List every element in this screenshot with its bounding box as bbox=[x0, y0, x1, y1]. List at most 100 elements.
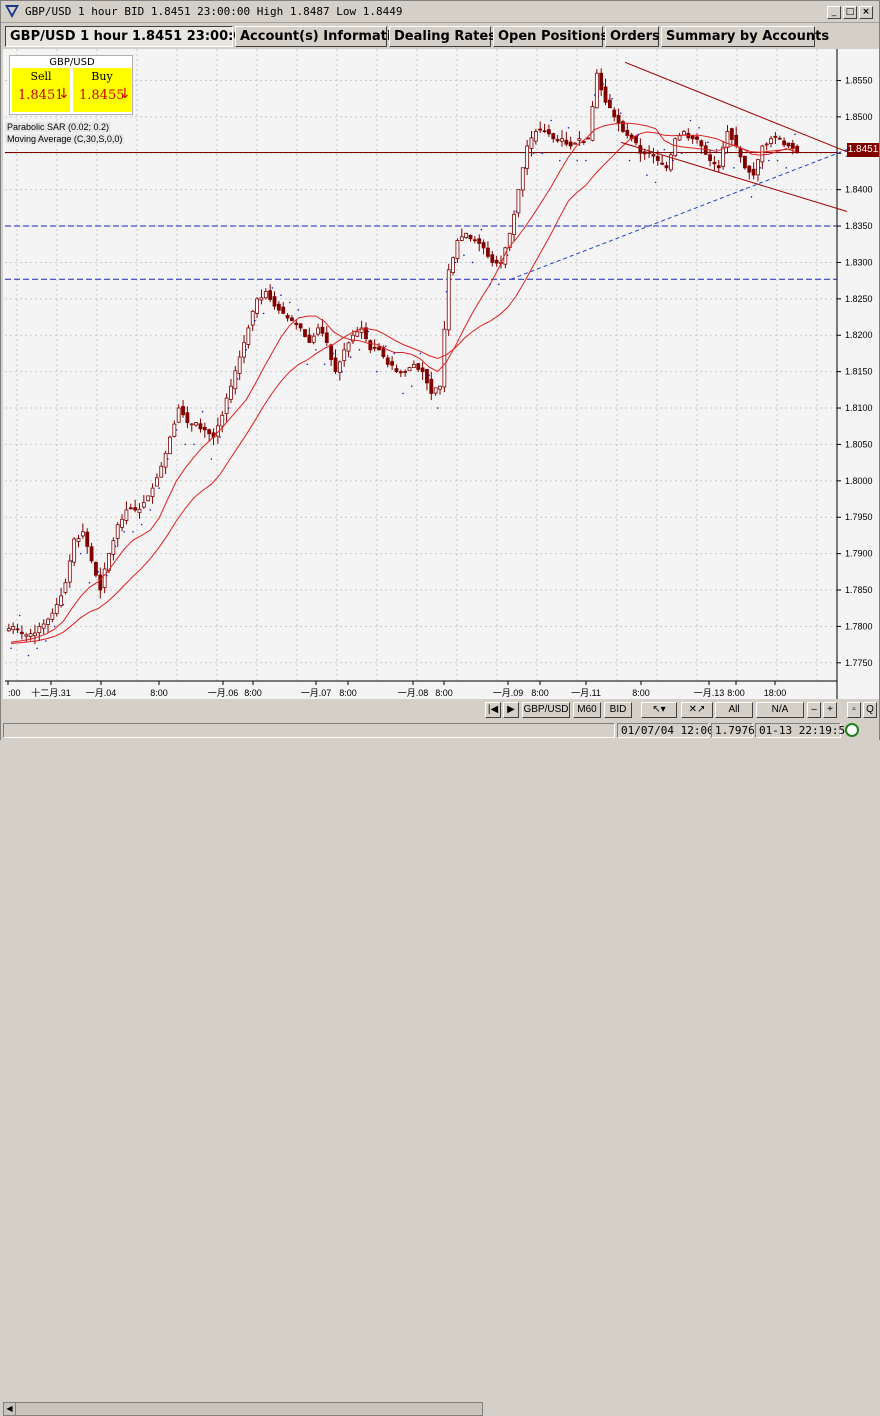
sar-dot bbox=[602, 83, 605, 85]
period-select[interactable]: M60 bbox=[573, 702, 601, 718]
sar-dot bbox=[454, 261, 457, 264]
sar-dot bbox=[132, 530, 134, 533]
tab-account-information[interactable]: Account(s) Information bbox=[235, 26, 410, 47]
sar-dot bbox=[271, 287, 274, 289]
candle-body bbox=[198, 423, 203, 430]
candle-body bbox=[442, 328, 447, 388]
maximize-button[interactable]: □ bbox=[843, 6, 857, 19]
sar-dot bbox=[297, 308, 300, 311]
candle-body bbox=[141, 502, 146, 508]
buy-box[interactable]: Buy 1.8455 ↓ bbox=[73, 68, 131, 112]
candle-body bbox=[677, 135, 682, 141]
candle-body bbox=[734, 134, 739, 147]
candle-body bbox=[747, 165, 752, 173]
candle-body bbox=[385, 357, 390, 365]
buy-price: 1.8455 bbox=[79, 88, 125, 103]
candle-body bbox=[673, 138, 678, 157]
minimize-button[interactable]: _ bbox=[827, 6, 841, 19]
bid-ask-select[interactable]: BID bbox=[604, 702, 632, 718]
sar-dot bbox=[201, 410, 204, 413]
sar-dot bbox=[306, 363, 308, 366]
y-tick-label: 1.8500 bbox=[845, 112, 873, 122]
price-chart[interactable]: 1.85501.85001.84501.84001.83501.83001.82… bbox=[3, 49, 879, 699]
status-blank bbox=[3, 723, 615, 738]
candle-body bbox=[429, 378, 434, 394]
horizontal-scrollbar[interactable]: ◀ bbox=[3, 1402, 483, 1416]
y-tick-label: 1.8550 bbox=[845, 75, 873, 85]
tab-chart[interactable]: GBP/USD 1 hour 1.8451 23:00:00 bbox=[5, 26, 251, 47]
sar-dot bbox=[489, 283, 491, 286]
zoom-out-button[interactable]: – bbox=[807, 702, 821, 718]
candle-body bbox=[647, 151, 651, 154]
candle-body bbox=[237, 356, 242, 374]
candle-body bbox=[477, 238, 482, 244]
sar-dot bbox=[515, 210, 518, 213]
candle-body bbox=[72, 538, 77, 563]
tab-open-positions[interactable]: Open Positions bbox=[493, 26, 608, 47]
quit-button[interactable]: Q bbox=[863, 702, 877, 718]
x-tick-label: 8:00 bbox=[150, 688, 168, 698]
candle-body bbox=[481, 242, 486, 249]
sar-dot bbox=[585, 159, 587, 162]
candle-body bbox=[181, 406, 185, 416]
indicator-tool-button[interactable]: ✕↗ bbox=[681, 702, 713, 718]
candle-body bbox=[63, 582, 68, 593]
indicator-label-sar[interactable]: Parabolic SAR (0.02; 0.2) bbox=[5, 122, 112, 132]
candle-body bbox=[24, 634, 29, 637]
sell-box[interactable]: Sell 1.8451 ↓ bbox=[12, 68, 70, 112]
candle-body bbox=[729, 128, 734, 140]
indicator-label-ma[interactable]: Moving Average (C,30,S,0,0) bbox=[5, 134, 125, 144]
tab-orders[interactable]: Orders bbox=[605, 26, 660, 47]
candle-body bbox=[760, 145, 765, 163]
y-tick-label: 1.8400 bbox=[845, 185, 873, 195]
na-range-button[interactable]: N/A bbox=[756, 702, 804, 718]
candle-body bbox=[303, 329, 307, 337]
sar-dot bbox=[219, 436, 221, 438]
x-tick-label: 一月.07 bbox=[301, 688, 332, 698]
cursor-tool-button[interactable]: ↖▾ bbox=[641, 702, 677, 718]
sar-dot bbox=[550, 119, 552, 122]
candle-body bbox=[324, 332, 329, 343]
scroll-first-button[interactable]: |◀ bbox=[485, 702, 501, 718]
sar-dot bbox=[733, 167, 735, 169]
candle-body bbox=[294, 322, 299, 325]
candle-body bbox=[359, 327, 364, 333]
candle-body bbox=[721, 146, 726, 167]
scroll-next-button[interactable]: ▶ bbox=[503, 702, 519, 718]
sar-dot bbox=[672, 159, 674, 162]
scroll-left-icon[interactable]: ◀ bbox=[4, 1403, 16, 1415]
zoom-in-button[interactable]: + bbox=[823, 702, 837, 718]
sar-dot bbox=[341, 370, 343, 373]
sar-dot bbox=[315, 349, 317, 351]
sar-dot bbox=[698, 126, 700, 129]
candle-body bbox=[168, 436, 172, 455]
tab-bar: GBP/USD 1 hour 1.8451 23:00:00 Account(s… bbox=[1, 24, 879, 48]
zoom-fit-button[interactable]: ▫ bbox=[847, 702, 861, 718]
sar-dot bbox=[245, 349, 247, 351]
candle-body bbox=[634, 135, 638, 144]
sar-dot bbox=[654, 181, 657, 184]
candle-body bbox=[660, 162, 665, 165]
tab-dealing-rates[interactable]: Dealing Rates bbox=[389, 26, 496, 47]
y-tick-label: 1.8100 bbox=[845, 403, 873, 413]
candle-body bbox=[708, 154, 712, 161]
sar-dot bbox=[158, 487, 160, 489]
candle-body bbox=[159, 465, 164, 478]
sar-dot bbox=[480, 228, 483, 231]
sar-dot bbox=[524, 167, 526, 169]
candle-body bbox=[298, 323, 303, 329]
y-tick-label: 1.7850 bbox=[845, 585, 873, 595]
candle-body bbox=[411, 363, 416, 368]
close-button[interactable]: × bbox=[859, 6, 873, 19]
sar-dot bbox=[619, 112, 622, 115]
all-range-button[interactable]: All bbox=[715, 702, 753, 718]
candle-body bbox=[285, 314, 290, 319]
symbol-select[interactable]: GBP/USD bbox=[522, 702, 570, 718]
candle-body bbox=[420, 367, 425, 373]
candle-body bbox=[59, 595, 63, 606]
candle-body bbox=[738, 148, 743, 158]
sar-dot bbox=[262, 312, 265, 315]
chart-canvas[interactable]: 1.85501.85001.84501.84001.83501.83001.82… bbox=[3, 49, 879, 699]
candle-body bbox=[85, 531, 90, 547]
tab-summary-by-accounts[interactable]: Summary by Accounts bbox=[661, 26, 829, 47]
